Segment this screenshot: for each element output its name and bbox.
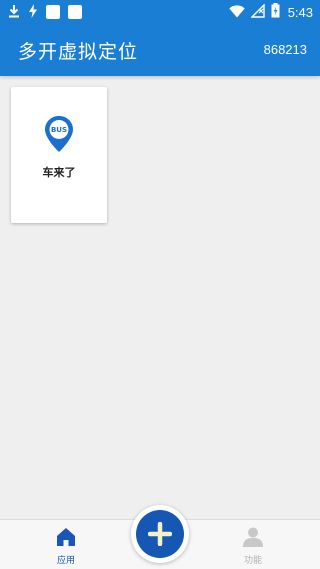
home-icon [57, 528, 75, 546]
no-signal-icon [249, 2, 265, 22]
plus-icon [148, 522, 172, 546]
battery-icon [271, 2, 280, 22]
square-notification-icon [46, 5, 60, 19]
status-time: 5:43 [287, 4, 313, 20]
screen: 5:43 多开虚拟定位 868213 BUS 车来了 应用 功能 [0, 0, 320, 569]
person-icon [243, 527, 263, 547]
app-bar: 多开虚拟定位 868213 [0, 24, 320, 76]
flash-icon [28, 3, 38, 22]
add-app-button-ring [131, 505, 189, 563]
wifi-icon [228, 3, 245, 22]
app-code: 868213 [263, 42, 307, 57]
bus-icon-text: BUS [51, 126, 67, 134]
square-notification-icon [68, 5, 82, 19]
app-title: 多开虚拟定位 [18, 41, 139, 63]
bus-location-pin-icon: BUS [45, 116, 73, 152]
download-icon [8, 3, 20, 22]
nav-item-functions[interactable]: 功能 [213, 520, 293, 569]
app-name: 车来了 [42, 166, 76, 179]
status-right-icons: 5:43 [228, 2, 313, 22]
status-left-icons [8, 3, 82, 22]
status-bar: 5:43 [0, 0, 320, 24]
app-card-chelaile[interactable]: BUS 车来了 [11, 87, 107, 223]
add-app-button[interactable] [136, 510, 184, 558]
nav-item-apps[interactable]: 应用 [26, 520, 106, 569]
nav-label-functions: 功能 [243, 556, 262, 566]
nav-label-apps: 应用 [56, 556, 75, 566]
